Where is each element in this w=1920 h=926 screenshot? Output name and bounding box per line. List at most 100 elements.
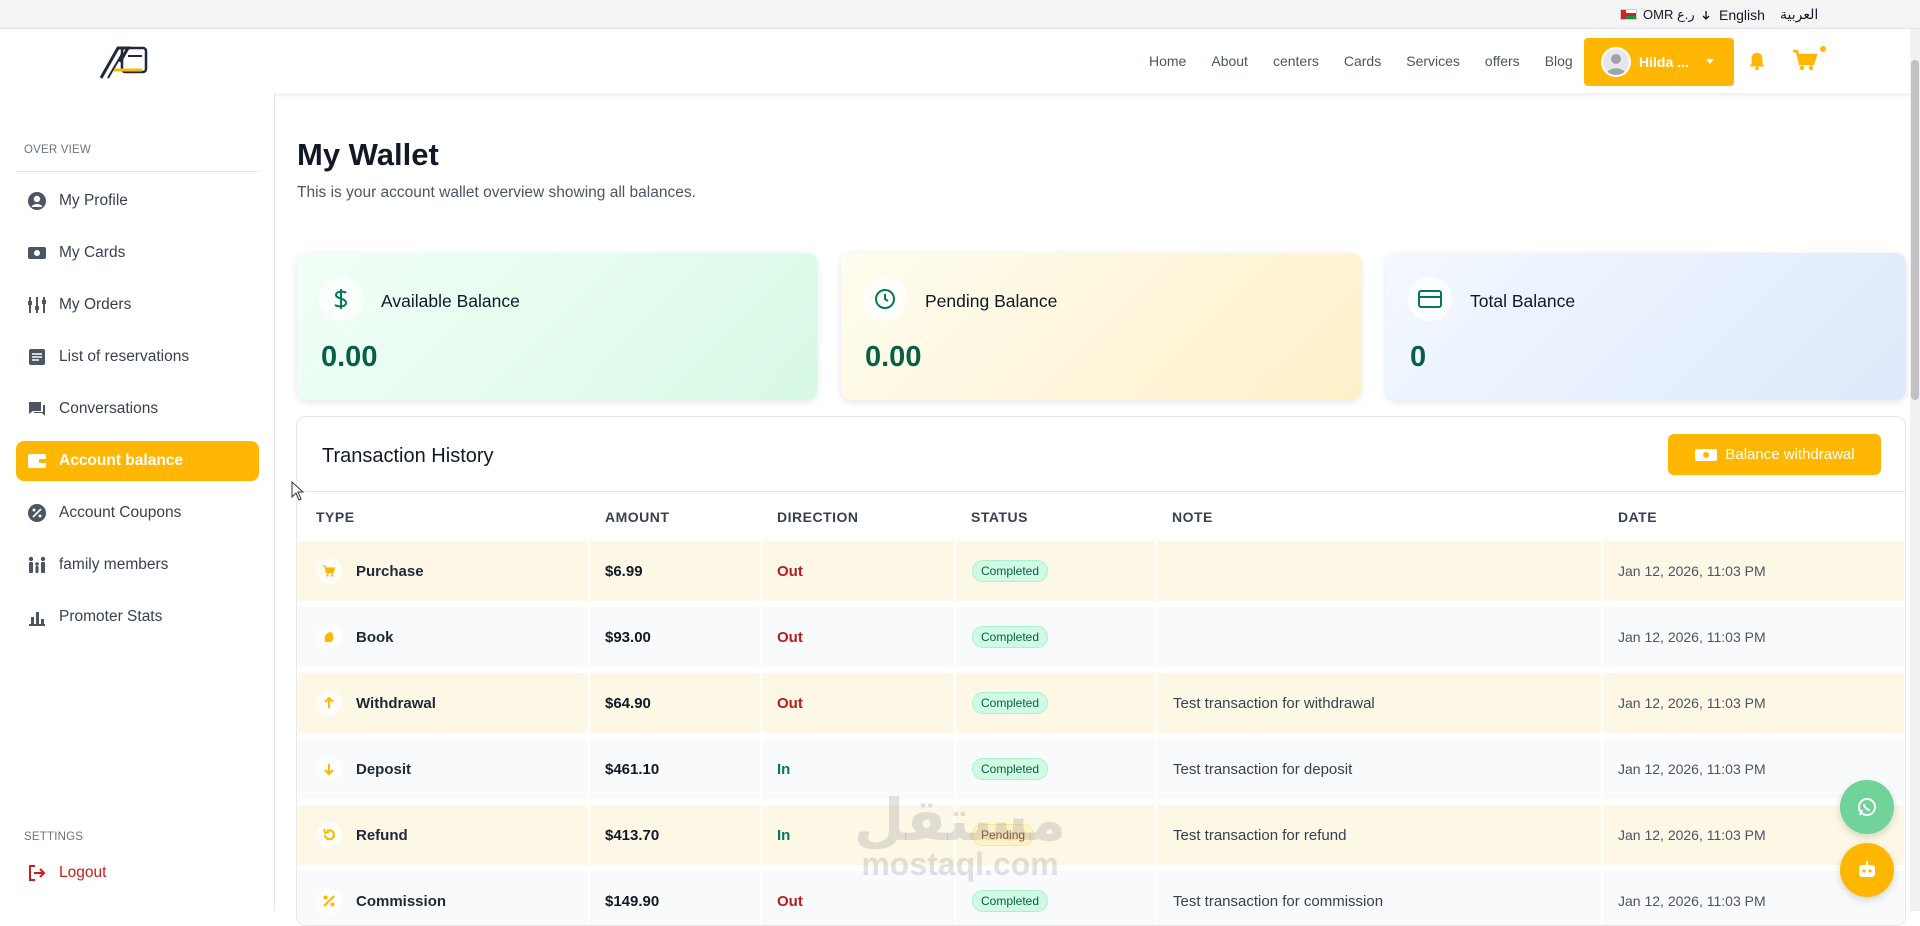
sidebar-item-label: My Orders [59, 296, 132, 313]
utility-bar: OMR ر.ع English العربية [0, 0, 1920, 29]
sidebar-item-label: List of reservations [59, 348, 190, 365]
logout-button[interactable]: Logout [16, 853, 259, 893]
chatbot-button[interactable] [1840, 843, 1894, 897]
available-balance-card: Available Balance 0.00 [297, 253, 817, 400]
whatsapp-button[interactable] [1840, 780, 1894, 834]
nav-offers[interactable]: offers [1485, 53, 1520, 69]
balance-withdrawal-label: Balance withdrawal [1725, 446, 1855, 463]
sidebar: OVER VIEW My Profile My Cards My Orders … [0, 93, 275, 911]
sidebar-item-coupons[interactable]: Account Coupons [16, 493, 259, 533]
nav-blog[interactable]: Blog [1545, 53, 1573, 69]
card-value: 0 [1410, 341, 1427, 373]
currency-label: OMR ر.ع [1643, 6, 1695, 22]
sidebar-item-label: Account balance [59, 452, 184, 469]
list-icon [27, 347, 47, 367]
total-balance-card: Total Balance 0 [1386, 253, 1906, 400]
card-value: 0.00 [865, 341, 922, 373]
row-date: Jan 12, 2026, 11:03 PM [1618, 629, 1766, 645]
row-direction: Out [777, 892, 803, 910]
settings-heading: SETTINGS [24, 831, 84, 843]
table-row[interactable]: Book $93.00 Out Completed Jan 12, 2026, … [298, 607, 1904, 667]
logout-icon [27, 863, 47, 883]
arrow-down-icon [1702, 10, 1710, 20]
row-date: Jan 12, 2026, 11:03 PM [1618, 695, 1766, 711]
sidebar-item-my-cards[interactable]: My Cards [16, 233, 259, 273]
main-nav: Home About centers Cards Services offers… [1149, 29, 1598, 93]
row-type: Deposit [356, 760, 412, 778]
row-amount: $6.99 [605, 562, 643, 580]
sidebar-item-family[interactable]: family members [16, 545, 259, 585]
row-note: Test transaction for withdrawal [1173, 694, 1375, 712]
sidebar-item-my-profile[interactable]: My Profile [16, 181, 259, 221]
page-title: My Wallet [297, 137, 439, 172]
status-badge: Completed [972, 692, 1049, 714]
row-type: Withdrawal [356, 694, 436, 712]
logout-label: Logout [59, 864, 107, 881]
language-english[interactable]: English [1719, 0, 1765, 29]
row-direction: In [777, 826, 791, 844]
wallet-icon [27, 451, 47, 471]
column-header: TYPE [316, 509, 355, 525]
site-logo[interactable] [98, 42, 152, 82]
language-arabic[interactable]: العربية [1780, 0, 1818, 29]
robot-icon [1859, 861, 1875, 877]
sidebar-item-my-orders[interactable]: My Orders [16, 285, 259, 325]
family-icon [27, 555, 47, 575]
row-type: Purchase [356, 562, 424, 580]
sidebar-item-conversations[interactable]: Conversations [16, 389, 259, 429]
nav-about[interactable]: About [1211, 53, 1248, 69]
currency-selector[interactable]: OMR ر.ع [1620, 0, 1711, 29]
row-type: Book [356, 628, 394, 646]
sidebar-divider [16, 171, 259, 172]
cart-badge [1820, 46, 1826, 52]
clock-icon [863, 277, 907, 321]
sidebar-item-promoter-stats[interactable]: Promoter Stats [16, 597, 259, 637]
row-amount: $149.90 [605, 892, 660, 910]
row-type: Commission [356, 892, 447, 910]
table-row[interactable]: Withdrawal $64.90 Out Completed Test tra… [298, 673, 1904, 733]
sidebar-item-account-balance[interactable]: Account balance [16, 441, 259, 481]
whatsapp-icon [1858, 798, 1876, 816]
scrollbar-thumb[interactable] [1911, 60, 1919, 400]
user-menu-button[interactable]: Hilda ... [1584, 38, 1734, 86]
transaction-history-panel: Transaction History Balance withdrawal T… [296, 416, 1906, 926]
row-date: Jan 12, 2026, 11:03 PM [1618, 827, 1766, 843]
balance-withdrawal-button[interactable]: Balance withdrawal [1668, 434, 1881, 475]
row-date: Jan 12, 2026, 11:03 PM [1618, 893, 1766, 909]
site-header: Home About centers Cards Services offers… [0, 29, 1920, 93]
table-header: TYPE AMOUNT DIRECTION STATUS NOTE DATE [297, 491, 1905, 541]
card-label: Available Balance [381, 291, 520, 311]
card-icon [27, 243, 47, 263]
row-amount: $461.10 [605, 760, 660, 778]
sidebar-item-label: My Cards [59, 244, 126, 261]
column-header: STATUS [971, 509, 1028, 525]
row-direction: Out [777, 628, 803, 646]
status-badge: Completed [972, 626, 1049, 648]
avatar [1601, 47, 1631, 77]
table-row[interactable]: Refund $413.70 In Pending Test transacti… [298, 805, 1904, 865]
sidebar-item-label: Conversations [59, 400, 159, 417]
nav-home[interactable]: Home [1149, 53, 1186, 69]
cart-icon[interactable] [1792, 48, 1818, 72]
percent-icon [316, 888, 342, 914]
overview-heading: OVER VIEW [24, 144, 91, 156]
bell-icon[interactable] [1746, 50, 1768, 72]
nav-cards[interactable]: Cards [1344, 53, 1381, 69]
stats-icon [27, 607, 47, 627]
row-note: Test transaction for refund [1173, 826, 1347, 844]
table-row[interactable]: Purchase $6.99 Out Completed Jan 12, 202… [298, 541, 1904, 601]
user-name: Hilda ... [1639, 54, 1689, 70]
sidebar-item-label: family members [59, 556, 169, 573]
column-header: NOTE [1172, 509, 1213, 525]
table-row[interactable]: Deposit $461.10 In Completed Test transa… [298, 739, 1904, 799]
card-label: Total Balance [1470, 291, 1576, 311]
nav-services[interactable]: Services [1406, 53, 1460, 69]
nav-centers[interactable]: centers [1273, 53, 1319, 69]
caret-down-icon [1706, 59, 1714, 64]
sidebar-item-label: Account Coupons [59, 504, 182, 521]
watermark-english: mostaql.com [861, 846, 1059, 882]
sidebar-item-reservations[interactable]: List of reservations [16, 337, 259, 377]
table-row[interactable]: Commission $149.90 Out Completed Test tr… [298, 871, 1904, 925]
column-header: DATE [1618, 509, 1658, 525]
page-subtitle: This is your account wallet overview sho… [297, 184, 696, 201]
